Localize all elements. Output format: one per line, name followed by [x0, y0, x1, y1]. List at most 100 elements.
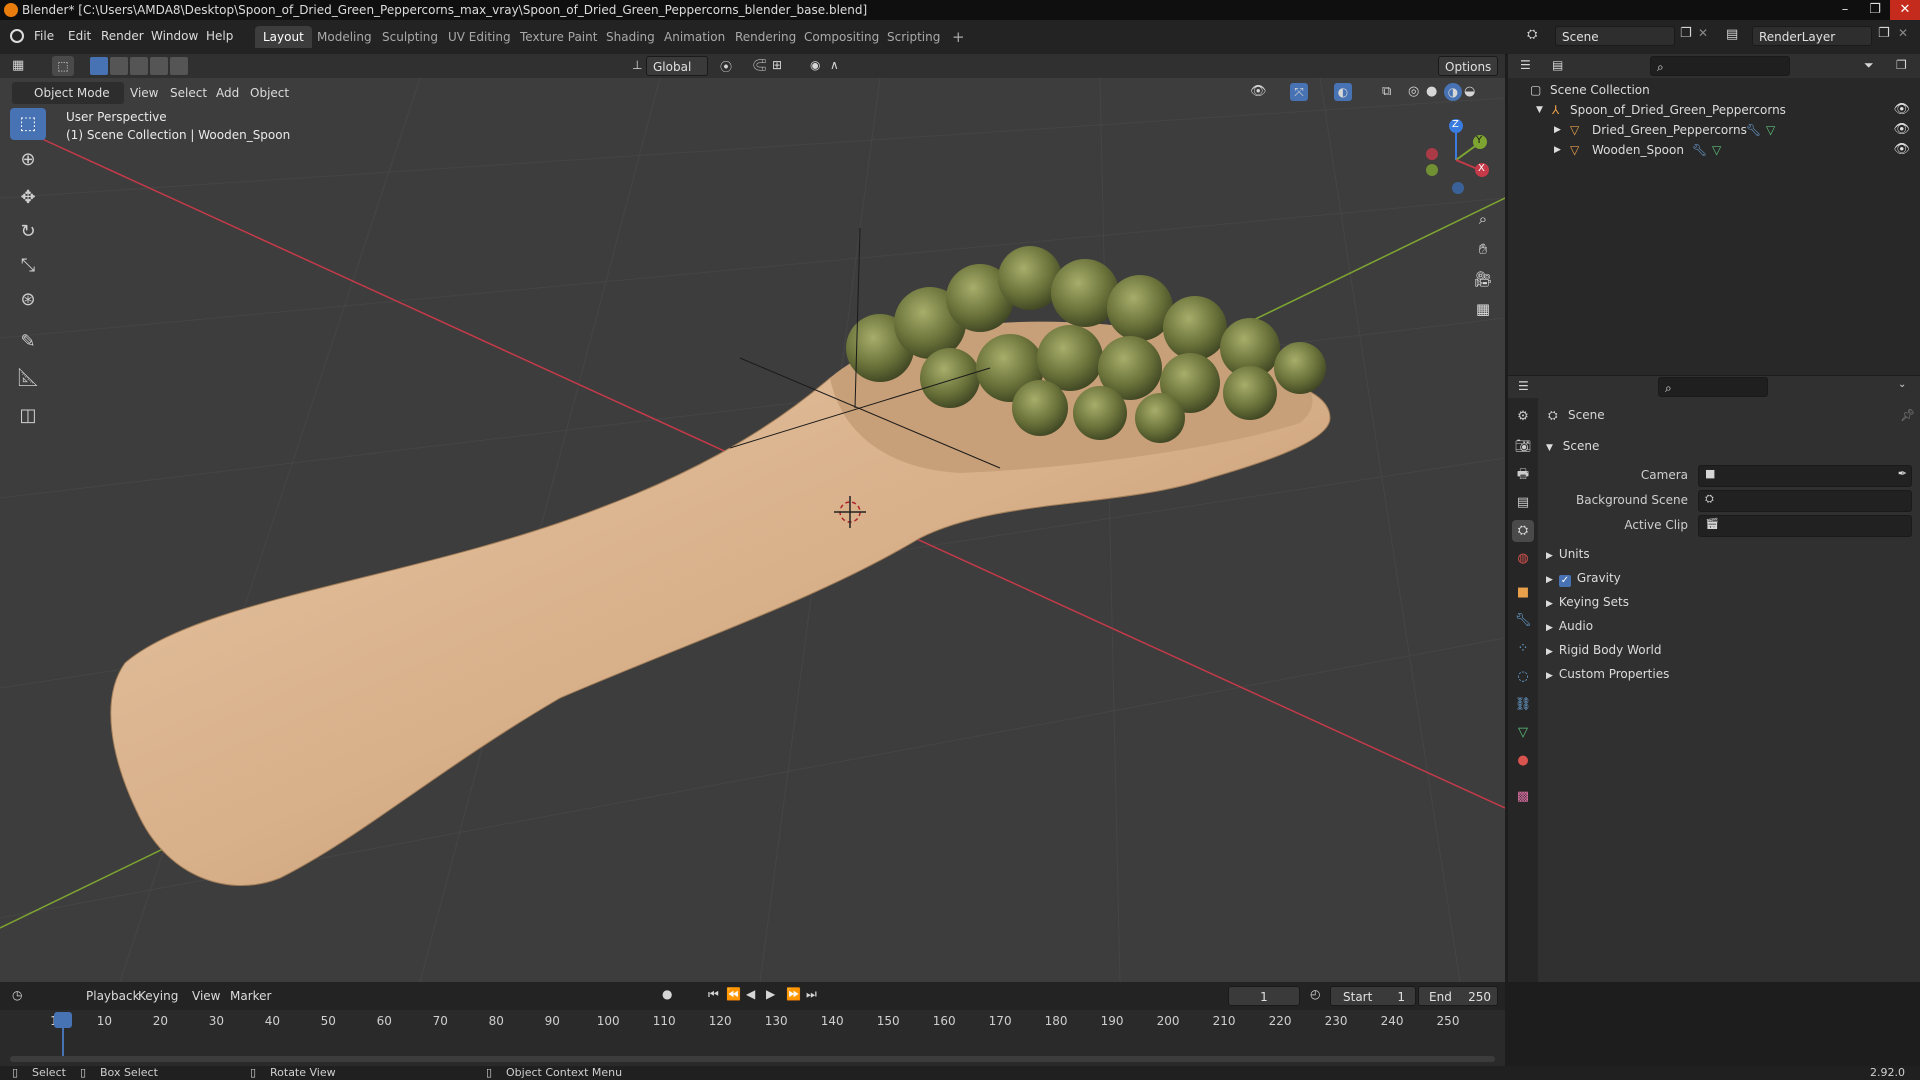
tool-tab-icon[interactable]: ⚙ — [1512, 406, 1534, 428]
select-mode-subtract-icon[interactable] — [130, 57, 148, 75]
timeline-menu-view[interactable]: View — [186, 985, 226, 1007]
eyedropper-icon[interactable]: ✒ — [1898, 467, 1907, 480]
play-icon[interactable]: ▶ — [766, 987, 775, 1001]
current-frame-field[interactable]: 1 — [1228, 986, 1300, 1006]
outliner-row-wooden-spoon[interactable]: ▶ ▽ Wooden_Spoon 🔧︎ ▽ 👁︎ — [1508, 140, 1920, 160]
tool-rotate-icon[interactable]: ↻ — [10, 216, 46, 248]
navigation-gizmo[interactable]: Z Y X — [1420, 118, 1500, 198]
tab-scripting[interactable]: Scripting — [879, 26, 948, 48]
timeline-editor-type-icon[interactable]: ◷ — [12, 988, 22, 1002]
viewport-menu-object[interactable]: Object — [244, 82, 295, 104]
tab-shading[interactable]: Shading — [598, 26, 663, 48]
select-tool-icon[interactable]: ⬚ — [52, 56, 74, 76]
new-renderlayer-icon[interactable]: ❐ — [1878, 26, 1890, 41]
properties-search-input[interactable]: ⌕ — [1658, 377, 1768, 397]
menu-file[interactable]: File — [34, 29, 54, 43]
tab-texture-paint[interactable]: Texture Paint — [512, 26, 605, 48]
visibility-eye-icon[interactable]: 👁︎ — [1893, 140, 1910, 160]
snap-target-icon[interactable]: ⊞ — [772, 58, 782, 72]
panel-keying-sets[interactable]: ▶ Keying Sets — [1546, 592, 1629, 612]
object-mode-dropdown[interactable]: Object Mode — [12, 82, 124, 104]
active-clip-field[interactable]: 🎬︎ — [1698, 515, 1912, 537]
tool-add-cube-icon[interactable]: ◫ — [10, 400, 46, 432]
gizmo-toggle-icon[interactable]: ⤧ — [1290, 83, 1308, 101]
select-mode-intersect-icon[interactable] — [170, 57, 188, 75]
visibility-eye-icon[interactable]: 👁︎ — [1893, 100, 1910, 120]
rendered-shading-icon[interactable]: ◒ — [1464, 84, 1475, 99]
mesh-data-icon[interactable]: ▽ — [1766, 120, 1775, 140]
scene-name-field[interactable]: Scene — [1555, 26, 1675, 46]
maximize-button[interactable]: ❐ — [1860, 0, 1890, 20]
delete-renderlayer-icon[interactable]: ✕ — [1898, 26, 1908, 40]
outliner-editor-type-icon[interactable]: ☰ — [1520, 58, 1531, 72]
tab-layout[interactable]: Layout — [255, 26, 312, 48]
expand-arrow-icon[interactable]: ▼ — [1536, 100, 1543, 120]
start-frame-field[interactable]: Start 1 — [1330, 986, 1416, 1006]
minimize-button[interactable]: – — [1830, 0, 1860, 20]
tab-sculpting[interactable]: Sculpting — [374, 26, 446, 48]
pan-hand-icon[interactable]: ✋︎ — [1470, 236, 1496, 262]
visibility-icon[interactable]: 👁︎ — [1250, 84, 1267, 99]
panel-custom-properties[interactable]: ▶ Custom Properties — [1546, 664, 1669, 684]
preview-range-icon[interactable]: ◴ — [1310, 987, 1320, 1001]
overlay-toggle-icon[interactable]: ◐ — [1334, 83, 1352, 101]
background-scene-field[interactable]: ⛭ — [1698, 490, 1912, 512]
editor-type-icon[interactable]: ▦ — [12, 58, 24, 73]
transform-orientation-dropdown[interactable]: Global — [646, 56, 708, 76]
tab-animation[interactable]: Animation — [656, 26, 733, 48]
record-icon[interactable]: ● — [662, 987, 672, 1001]
properties-options-icon[interactable]: ⌄ — [1898, 379, 1906, 390]
tool-transform-icon[interactable]: ⊛ — [10, 284, 46, 316]
select-mode-extend-icon[interactable] — [110, 57, 128, 75]
new-collection-icon[interactable]: ❐ — [1896, 58, 1907, 72]
outliner-row-peppercorns[interactable]: ▶ ▽ Dried_Green_Peppercorns 🔧︎ ▽ 👁︎ — [1508, 120, 1920, 140]
pin-icon[interactable]: 📌︎ — [1900, 408, 1915, 422]
panel-audio[interactable]: ▶ Audio — [1546, 616, 1593, 636]
snap-icon[interactable]: 🧲︎ — [752, 58, 767, 72]
tool-annotate-icon[interactable]: ✎ — [10, 326, 46, 358]
material-tab-icon[interactable]: ● — [1512, 750, 1534, 772]
3d-viewport[interactable]: Object Mode View Select Add Object 👁︎ ⤧ … — [0, 78, 1505, 982]
wireframe-shading-icon[interactable]: ◎ — [1408, 84, 1419, 99]
data-tab-icon[interactable]: ▽ — [1512, 722, 1534, 744]
select-mode-invert-icon[interactable] — [150, 57, 168, 75]
end-frame-field[interactable]: End 250 — [1418, 986, 1498, 1006]
options-dropdown[interactable]: Options — [1438, 56, 1498, 76]
playhead[interactable] — [54, 1012, 72, 1028]
jump-keyframe-back-icon[interactable]: ⏪ — [726, 987, 741, 1001]
new-scene-icon[interactable]: ❐ — [1680, 26, 1692, 41]
proportional-edit-icon[interactable]: ◉ — [810, 58, 820, 72]
viewport-menu-view[interactable]: View — [124, 82, 164, 104]
jump-end-icon[interactable]: ⏭ — [806, 987, 817, 1002]
expand-arrow-icon[interactable]: ▶ — [1554, 140, 1561, 160]
viewport-menu-add[interactable]: Add — [210, 82, 245, 104]
object-tab-icon[interactable]: ■ — [1512, 582, 1534, 604]
modifier-wrench-icon[interactable]: 🔧︎ — [1746, 120, 1761, 140]
tab-modeling[interactable]: Modeling — [309, 26, 380, 48]
material-shading-icon[interactable]: ◑ — [1444, 83, 1462, 101]
outliner-row-collection[interactable]: ▼ ⅄ Spoon_of_Dried_Green_Peppercorns 👁︎ — [1508, 100, 1920, 120]
select-mode-new-icon[interactable] — [90, 57, 108, 75]
camera-field[interactable]: ■ ✒ — [1698, 465, 1912, 487]
render-tab-icon[interactable]: 📷︎ — [1512, 436, 1534, 458]
timeline[interactable]: ◷ Playback Keying View Marker ● ⏮ ⏪ ◀ ▶ … — [0, 982, 1505, 1066]
menu-help[interactable]: Help — [206, 29, 233, 43]
tool-select-box-icon[interactable]: ⬚ — [10, 108, 46, 140]
outliner-row-scene-collection[interactable]: ▢ Scene Collection — [1508, 80, 1920, 100]
properties-editor-type-icon[interactable]: ☰ — [1518, 379, 1529, 393]
visibility-eye-icon[interactable]: 👁︎ — [1893, 120, 1910, 140]
mesh-data-icon[interactable]: ▽ — [1712, 140, 1721, 160]
blender-menu-icon[interactable] — [10, 29, 24, 43]
close-button[interactable]: ✕ — [1890, 0, 1920, 20]
panel-units[interactable]: ▶ Units — [1546, 544, 1590, 564]
tab-uv-editing[interactable]: UV Editing — [440, 26, 519, 48]
panel-scene-header[interactable]: ▼ Scene — [1546, 436, 1910, 456]
tab-rendering[interactable]: Rendering — [727, 26, 804, 48]
solid-shading-icon[interactable]: ● — [1426, 84, 1437, 99]
add-workspace-icon[interactable]: + — [944, 26, 973, 48]
display-mode-icon[interactable]: ▤ — [1552, 58, 1563, 72]
tool-move-icon[interactable]: ✥ — [10, 182, 46, 214]
menu-window[interactable]: Window — [151, 29, 198, 43]
physics-tab-icon[interactable]: ◌ — [1512, 666, 1534, 688]
camera-view-icon[interactable]: 🎥︎ — [1470, 266, 1496, 292]
